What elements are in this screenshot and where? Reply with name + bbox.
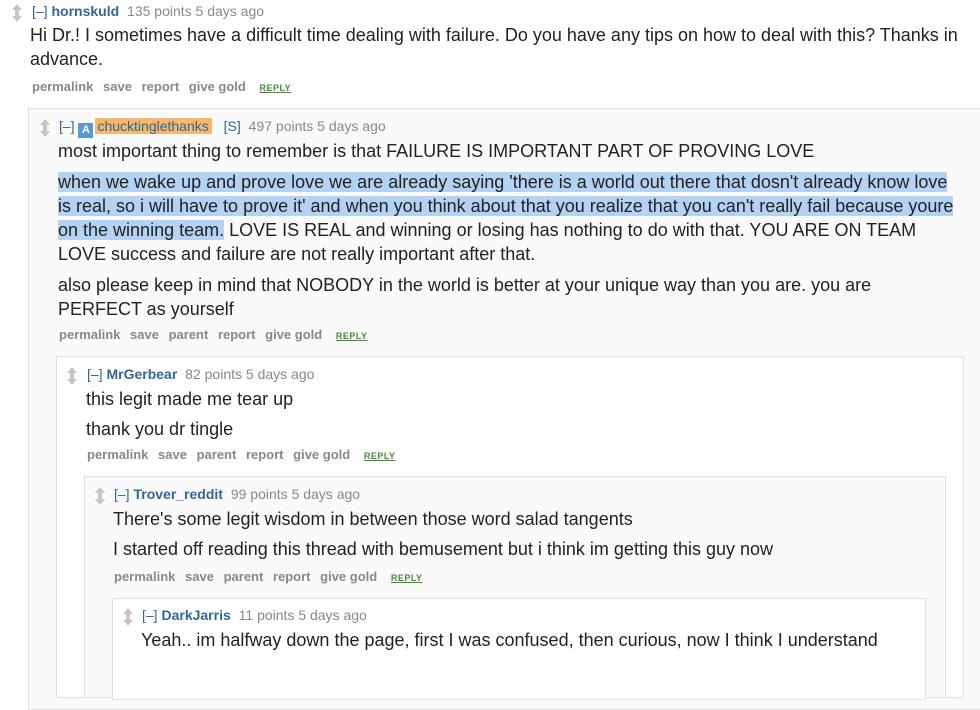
collapse-toggle[interactable]: [–] [32,3,48,19]
save-button[interactable]: save [185,569,214,584]
comment-tagline: [–] Achucktinglethanks [S] 497 points 5 … [59,115,386,138]
parent-button[interactable]: parent [197,447,237,462]
vote-arrows [65,367,79,385]
downvote-arrow-icon[interactable] [40,126,50,137]
comment-score: 11 points [238,607,295,623]
comment-body: Hi Dr.! I sometimes have a difficult tim… [30,23,970,71]
report-button[interactable]: report [142,79,180,94]
collapse-toggle[interactable]: [–] [87,366,103,382]
comment-score: 135 points [127,3,192,19]
comment-body: Yeah.. im halfway down the page, first I… [141,628,881,652]
report-button[interactable]: report [218,327,256,342]
comment-body: this legit made me tear up thank you dr … [86,387,946,441]
comment-age: 5 days ago [298,607,367,623]
comment-actions: permalink save report give gold REPLY [32,76,297,99]
comment-actions: permalink save parent report give gold R… [59,324,374,347]
comment-tagline: [–] Trover_reddit 99 points 5 days ago [114,483,360,505]
comment-actions: permalink save parent report give gold R… [87,444,402,467]
give-gold-button[interactable]: give gold [189,79,246,94]
comment-score: 497 points [248,118,314,134]
collapse-toggle[interactable]: [–] [59,118,75,134]
author-link[interactable]: MrGerbear [106,366,177,382]
comment-paragraph: Hi Dr.! I sometimes have a difficult tim… [30,25,958,69]
comment-paragraph: thank you dr tingle [86,419,234,439]
comment-paragraph: There's some legit wisdom in between tho… [113,509,633,529]
upvote-arrow-icon[interactable] [12,4,22,15]
reply-button[interactable]: REPLY [364,451,396,461]
collapse-toggle[interactable]: [–] [114,486,130,502]
comment-tagline: [–] MrGerbear 82 points 5 days ago [87,363,314,385]
comment-paragraph: this legit made me tear up [86,389,294,409]
comment-tagline: [–] hornskuld 135 points 5 days ago [32,0,264,22]
comment-tagline: [–] DarkJarris 11 points 5 days ago [142,604,367,626]
permalink-button[interactable]: permalink [114,569,175,584]
save-button[interactable]: save [158,447,187,462]
save-button[interactable]: save [130,327,159,342]
reply-button[interactable]: REPLY [391,573,423,583]
downvote-arrow-icon[interactable] [67,374,77,385]
comment-score: 82 points [185,366,242,382]
vote-arrows [93,487,107,505]
comment-body: There's some legit wisdom in between tho… [113,507,933,561]
comment-age: 5 days ago [291,486,361,502]
comment-age: 5 days ago [195,3,265,19]
permalink-button[interactable]: permalink [87,447,148,462]
upvote-arrow-icon[interactable] [95,487,105,498]
downvote-arrow-icon[interactable] [123,615,133,626]
parent-button[interactable]: parent [224,569,264,584]
vote-arrows [38,119,52,137]
parent-button[interactable]: parent [169,327,209,342]
submitter-badge[interactable]: [S] [224,118,241,134]
downvote-arrow-icon[interactable] [95,494,105,505]
comment-paragraph: I started off reading this thread with b… [113,539,774,559]
report-button[interactable]: report [273,569,311,584]
upvote-arrow-icon[interactable] [123,608,133,619]
upvote-arrow-icon[interactable] [40,119,50,130]
reply-button[interactable]: REPLY [259,83,291,93]
give-gold-button[interactable]: give gold [320,569,377,584]
author-link[interactable]: hornskuld [51,3,119,19]
permalink-button[interactable]: permalink [32,79,93,94]
report-button[interactable]: report [246,447,284,462]
comment-body: most important thing to remember is that… [58,139,954,321]
comment-age: 5 days ago [317,118,386,134]
downvote-arrow-icon[interactable] [12,11,22,22]
original-poster-icon: A [78,123,94,138]
author-link[interactable]: Trover_reddit [133,486,222,502]
permalink-button[interactable]: permalink [59,327,120,342]
comment-age: 5 days ago [245,366,315,382]
collapse-toggle[interactable]: [–] [142,607,158,623]
comment-score: 99 points [230,486,288,502]
give-gold-button[interactable]: give gold [293,447,350,462]
reply-button[interactable]: REPLY [336,331,368,341]
comment-paragraph: when we wake up and prove love we are al… [58,170,954,266]
comment-actions: permalink save parent report give gold R… [114,566,429,589]
comment-paragraph: Yeah.. im halfway down the page, first I… [141,630,878,650]
comment-paragraph: also please keep in mind that NOBODY in … [58,275,872,319]
comment-paragraph: most important thing to remember is that… [58,141,815,161]
author-link[interactable]: DarkJarris [161,607,230,623]
upvote-arrow-icon[interactable] [67,367,77,378]
vote-arrows [10,4,24,22]
save-button[interactable]: save [103,79,132,94]
author-link[interactable]: chucktinglethanks [95,118,212,134]
give-gold-button[interactable]: give gold [265,327,322,342]
vote-arrows [121,608,135,626]
